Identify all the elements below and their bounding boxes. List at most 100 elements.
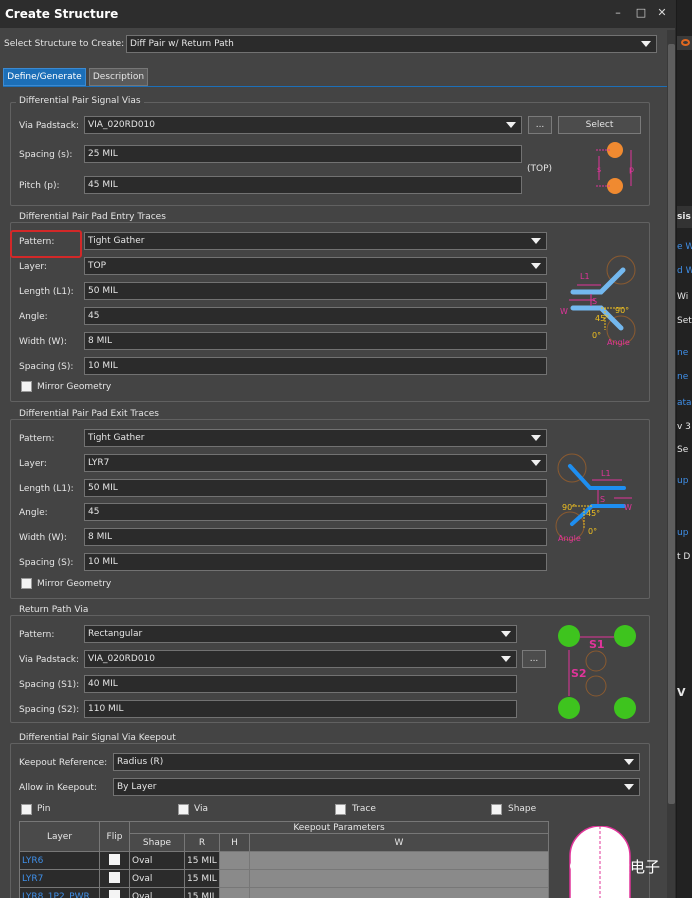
row-flip-checkbox[interactable] [109, 853, 120, 865]
panel-item-12: t D [677, 552, 691, 562]
via-padstack-select[interactable]: VIA_020RD010 [84, 116, 522, 134]
keepout-title: Differential Pair Signal Via Keepout [16, 733, 179, 743]
return-browse-padstack-button[interactable]: ... [522, 650, 546, 668]
row-flip-cell[interactable] [99, 851, 130, 870]
entry-pattern-select[interactable]: Tight Gather [84, 232, 547, 250]
row-shape[interactable]: Oval [129, 869, 185, 888]
entry-angle-input[interactable]: 45 [84, 307, 547, 325]
exit-pattern-value: Tight Gather [88, 433, 145, 443]
exit-width-label: Width (W): [19, 533, 67, 543]
col-header-r: R [184, 833, 220, 852]
row-flip-cell[interactable] [99, 869, 130, 888]
table-row[interactable]: LYR6 Oval 15 MIL [19, 851, 549, 870]
keepout-reference-label: Keepout Reference: [19, 758, 108, 768]
allow-pin-checkbox[interactable] [21, 804, 32, 815]
entry-layer-select[interactable]: TOP [84, 257, 547, 275]
chevron-down-icon [506, 122, 516, 128]
return-s2-input[interactable]: 110 MIL [84, 700, 517, 718]
allow-trace-checkbox[interactable] [335, 804, 346, 815]
allow-trace-label: Trace [352, 804, 376, 814]
return-s1-input[interactable]: 40 MIL [84, 675, 517, 693]
row-layer[interactable]: LYR6 [19, 851, 100, 870]
exit-width-input[interactable]: 8 MIL [84, 528, 547, 546]
return-padstack-label: Via Padstack: [19, 655, 80, 665]
chevron-down-icon [531, 460, 541, 466]
return-pattern-select[interactable]: Rectangular [84, 625, 517, 643]
select-structure-label: Select Structure to Create: [4, 39, 125, 49]
exit-spacing-input[interactable]: 10 MIL [84, 553, 547, 571]
row-r[interactable]: 15 MIL [184, 869, 220, 888]
return-s1-label: Spacing (S1): [19, 680, 80, 690]
panel-item-5[interactable]: ne [677, 348, 688, 358]
keepout-table-header-row: Layer Flip Keepout Parameters [19, 821, 549, 852]
panel-item-7[interactable]: ata [677, 398, 692, 408]
entry-mirror-checkbox[interactable] [21, 381, 32, 392]
entry-length-input[interactable]: 50 MIL [84, 282, 547, 300]
close-icon[interactable]: ✕ [656, 7, 668, 19]
chevron-down-icon [501, 631, 511, 637]
return-label-s1: S1 [589, 638, 605, 651]
allow-keepout-select[interactable]: By Layer [113, 778, 640, 796]
chevron-down-icon [624, 759, 634, 765]
return-s2-label: Spacing (S2): [19, 705, 80, 715]
row-shape[interactable]: Oval [129, 851, 185, 870]
allow-keepout-value: By Layer [117, 782, 157, 792]
keepout-reference-select[interactable]: Radius (R) [113, 753, 640, 771]
col-header-flip: Flip [99, 821, 130, 852]
entry-angle-label: Angle: [19, 312, 48, 322]
watermark-text: 搏嵌电子 [600, 858, 661, 876]
maximize-icon[interactable]: □ [635, 7, 647, 19]
row-flip-cell[interactable] [99, 887, 130, 898]
col-header-w: W [249, 833, 549, 852]
exit-label-s: S [600, 495, 605, 504]
watermark: 搏嵌电子 [568, 852, 668, 882]
exit-mirror-checkbox[interactable] [21, 578, 32, 589]
row-layer[interactable]: LYR7 [19, 869, 100, 888]
panel-item-2[interactable]: d W [677, 266, 692, 276]
tab-description[interactable]: Description [89, 68, 148, 86]
row-r[interactable]: 15 MIL [184, 851, 220, 870]
allow-via-checkbox[interactable] [178, 804, 189, 815]
row-flip-checkbox[interactable] [109, 889, 120, 898]
chevron-down-icon [641, 41, 651, 47]
diagram-label-p: p [629, 165, 634, 174]
select-button[interactable]: Select [558, 116, 641, 134]
pitch-input[interactable]: 45 MIL [84, 176, 522, 194]
scrollbar-thumb[interactable] [668, 44, 675, 804]
exit-length-label: Length (L1): [19, 484, 74, 494]
entry-pattern-value: Tight Gather [88, 236, 145, 246]
panel-item-10[interactable]: up [677, 476, 688, 486]
exit-layer-select[interactable]: LYR7 [84, 454, 547, 472]
row-shape[interactable]: Oval [129, 887, 185, 898]
structure-select[interactable]: Diff Pair w/ Return Path [126, 35, 657, 53]
title-bar[interactable]: Create Structure – □ ✕ [0, 0, 675, 28]
table-row[interactable]: LYR8_1P2_PWR Oval 15 MIL [19, 887, 549, 898]
exit-pattern-label: Pattern: [19, 434, 55, 444]
row-w [249, 887, 549, 898]
entry-pattern-label: Pattern: [19, 237, 55, 247]
tab-define-generate[interactable]: Define/Generate [3, 68, 86, 86]
exit-pattern-select[interactable]: Tight Gather [84, 429, 547, 447]
allow-shape-checkbox[interactable] [491, 804, 502, 815]
entry-width-input[interactable]: 8 MIL [84, 332, 547, 350]
chevron-down-icon [531, 435, 541, 441]
return-padstack-select[interactable]: VIA_020RD010 [84, 650, 517, 668]
via-padstack-value: VIA_020RD010 [88, 120, 156, 130]
exit-angle-input[interactable]: 45 [84, 503, 547, 521]
row-layer[interactable]: LYR8_1P2_PWR [19, 887, 100, 898]
minimize-icon[interactable]: – [612, 7, 624, 19]
entry-spacing-input[interactable]: 10 MIL [84, 357, 547, 375]
panel-item-11[interactable]: up [677, 528, 688, 538]
exit-length-input[interactable]: 50 MIL [84, 479, 547, 497]
panel-item-6[interactable]: ne [677, 372, 688, 382]
row-r[interactable]: 15 MIL [184, 887, 220, 898]
spacing-s-input[interactable]: 25 MIL [84, 145, 522, 163]
eye-icon[interactable] [677, 36, 692, 50]
row-h [219, 887, 250, 898]
panel-item-1[interactable]: e W [677, 242, 692, 252]
table-row[interactable]: LYR7 Oval 15 MIL [19, 869, 549, 888]
return-via-tr [614, 625, 636, 647]
row-flip-checkbox[interactable] [109, 871, 120, 883]
return-pattern-value: Rectangular [88, 629, 143, 639]
browse-padstack-button[interactable]: ... [528, 116, 552, 134]
